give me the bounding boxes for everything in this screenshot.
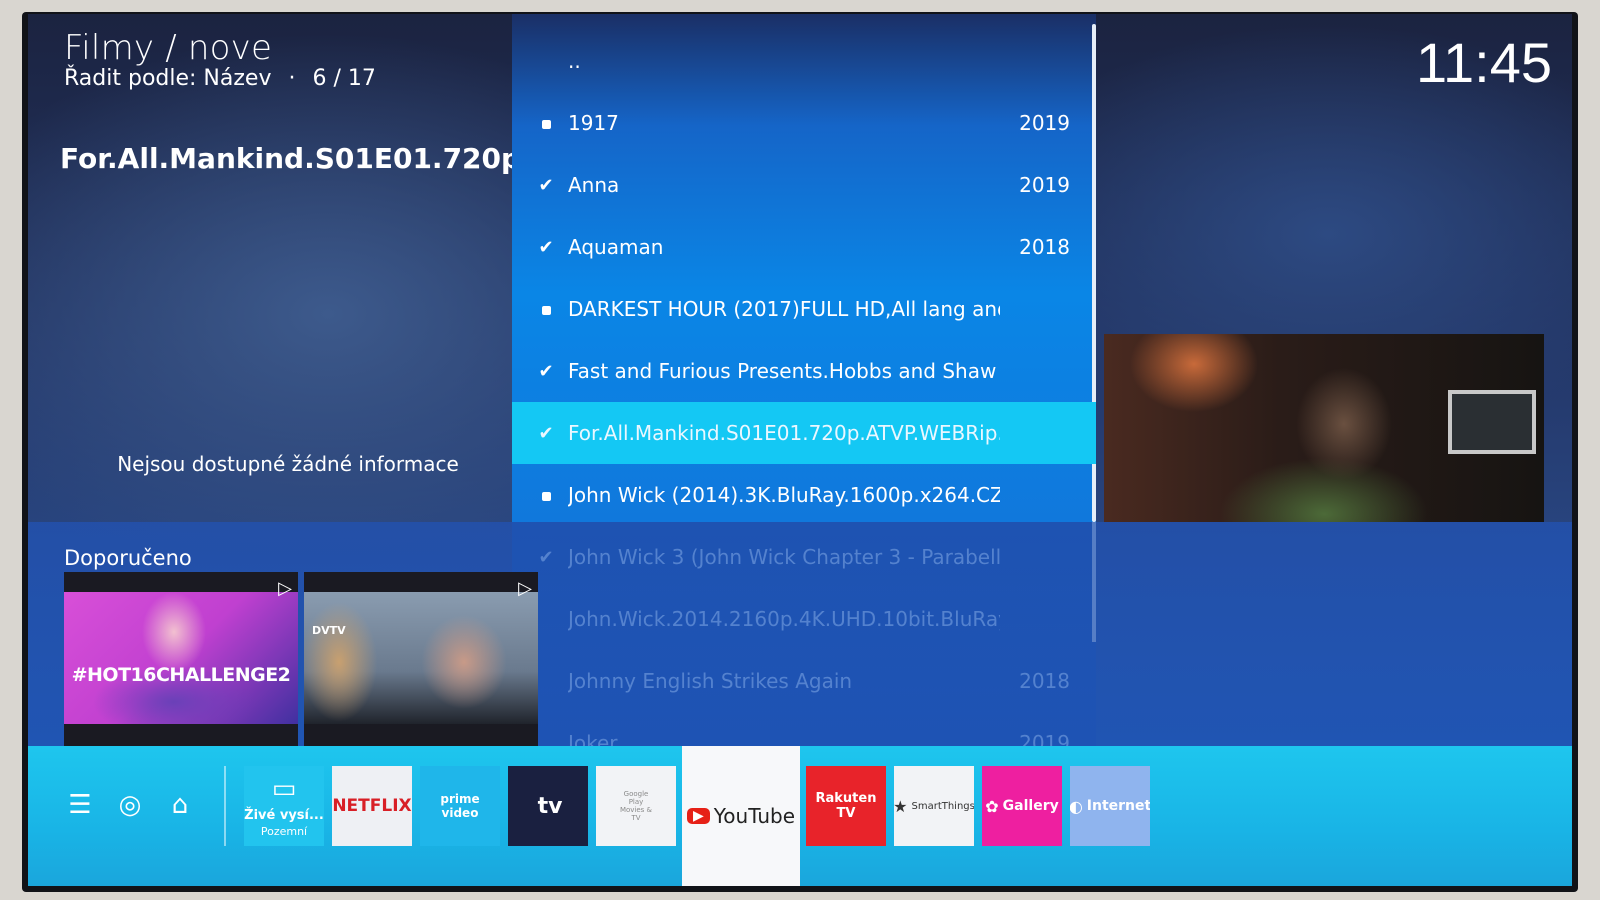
page-title: Filmy / nove: [64, 28, 273, 68]
list-item[interactable]: ✔ Fast and Furious Presents.Hobbs and Sha…: [512, 340, 1096, 402]
square-icon: [541, 119, 551, 129]
app-icon: ▶: [686, 808, 710, 824]
list-item-name: Johnny English Strikes Again: [568, 669, 853, 693]
no-info-message: Nejsou dostupné žádné informace: [117, 452, 459, 476]
recommended-label: Doporučeno: [64, 546, 192, 570]
unwatched-square-icon: [524, 299, 568, 320]
dock-divider: [224, 766, 226, 846]
app-tile-rakuten-tv[interactable]: Rakuten TV: [806, 766, 886, 846]
video-thumbnail: DVTV: [304, 592, 538, 724]
sort-info: Řadit podle: Název · 6 / 17: [64, 66, 376, 91]
app-tile-iv-vys[interactable]: ▭ Živé vysí... Pozemní: [244, 766, 324, 846]
app-label: YouTube: [713, 804, 796, 828]
watched-check-icon: ✔: [538, 546, 554, 568]
app-tile-internet[interactable]: ◐ Internet: [1070, 766, 1150, 846]
list-item[interactable]: 1917 2019: [512, 92, 1096, 154]
thumbnail-caption: #HOT16CHALLENGE2: [71, 664, 291, 686]
preview-thumbnail: [1104, 334, 1544, 522]
list-item[interactable]: ✔ Aquaman 2018: [512, 216, 1096, 278]
home-icon[interactable]: ⌂: [162, 790, 198, 820]
app-tile-gallery[interactable]: ✿ Gallery: [982, 766, 1062, 846]
channel-logo: DVTV: [312, 624, 346, 637]
list-item[interactable]: ✔ Anna 2019: [512, 154, 1096, 216]
app-tile-tv[interactable]: tv: [508, 766, 588, 846]
list-item-year: 2018: [1019, 669, 1070, 693]
app-icon: ★: [894, 796, 908, 816]
list-item[interactable]: DARKEST HOUR (2017)FULL HD,All lang and …: [512, 278, 1096, 340]
list-item[interactable]: ✔ John Wick 3 (John Wick Chapter 3 - Para…: [512, 526, 1096, 588]
list-item[interactable]: John Wick (2014).3K.BluRay.1600p.x264.CZ…: [512, 464, 1096, 526]
recommended-tile[interactable]: DVTV ▷: [304, 572, 538, 746]
app-icon: ◐: [1070, 796, 1083, 816]
app-label: SmartThings: [911, 800, 974, 812]
ambient-icon[interactable]: ◎: [112, 790, 148, 820]
app-icon: ✿: [985, 796, 999, 816]
picture-frame: [1448, 390, 1536, 454]
list-item-focused[interactable]: ✔ For.All.Mankind.S01E01.720p.ATVP.WEBRip…: [512, 402, 1096, 464]
play-icon[interactable]: ▷: [278, 578, 292, 599]
app-label: Živé vysí...: [244, 808, 324, 823]
list-item-name: Aquaman: [568, 235, 664, 259]
list-item-name: Fast and Furious Presents.Hobbs and Shaw…: [568, 359, 1000, 383]
list-item-year: 2018: [1019, 235, 1070, 259]
app-tile-prime-video[interactable]: prime video: [420, 766, 500, 846]
watched-check-icon: ✔: [538, 236, 554, 258]
watched-check-icon: ✔: [538, 422, 554, 444]
app-label: prime video: [440, 792, 480, 820]
app-tile-netflix[interactable]: NETFLIX: [332, 766, 412, 846]
app-label: tv: [537, 793, 563, 819]
watched-check-icon: ✔: [538, 174, 554, 196]
app-icon: ▭: [271, 774, 297, 804]
recommended-tile[interactable]: #HOT16CHALLENGE2 ▷: [64, 572, 298, 746]
sort-label[interactable]: Řadit podle: Název: [64, 66, 271, 91]
list-item-name: John Wick 3 (John Wick Chapter 3 - Parab…: [568, 545, 1000, 569]
unwatched-square-icon: [524, 485, 568, 506]
list-item[interactable]: Johnny English Strikes Again 2018: [512, 650, 1096, 712]
menu-icon[interactable]: ☰: [62, 790, 98, 820]
watched-check-icon: ✔: [538, 360, 554, 382]
tv-screen: Filmy / nove Řadit podle: Název · 6 / 17…: [28, 14, 1572, 886]
app-label: Internet: [1086, 798, 1150, 814]
list-item-name: John Wick (2014).3K.BluRay.1600p.x264.CZ…: [568, 483, 1000, 507]
list-item-name: Anna: [568, 173, 620, 197]
play-icon[interactable]: ▷: [518, 578, 532, 599]
separator: ·: [288, 66, 296, 91]
list-item-name: ..: [568, 49, 581, 73]
video-thumbnail: #HOT16CHALLENGE2: [64, 592, 298, 724]
app-label: Google Play Movies & TV: [619, 790, 653, 822]
app-label: Rakuten TV: [815, 791, 877, 821]
clock: 11:45: [1416, 31, 1552, 94]
unwatched-square-icon: [524, 113, 568, 134]
selected-item-title: For.All.Mankind.S01E01.720p.A: [60, 142, 530, 175]
app-label: NETFLIX: [332, 796, 412, 816]
app-sublabel: Pozemní: [260, 825, 308, 838]
list-item-name: 1917: [568, 111, 619, 135]
app-tile-google-play-movies-tv[interactable]: Google Play Movies & TV: [596, 766, 676, 846]
list-item-year: 2019: [1019, 111, 1070, 135]
app-tile-smartthings[interactable]: ★ SmartThings: [894, 766, 974, 846]
app-label: Gallery: [1002, 798, 1059, 814]
list-item-year: 2019: [1019, 173, 1070, 197]
list-item-name: For.All.Mankind.S01E01.720p.ATVP.WEBRip.…: [568, 421, 1000, 445]
square-icon: [541, 305, 551, 315]
square-icon: [541, 491, 551, 501]
app-tile-youtube[interactable]: ▶ YouTube: [682, 746, 800, 886]
list-item-name: DARKEST HOUR (2017)FULL HD,All lang and …: [568, 297, 1000, 321]
list-item-name: John.Wick.2014.2160p.4K.UHD.10bit.BluRay…: [568, 607, 1000, 631]
list-item[interactable]: John.Wick.2014.2160p.4K.UHD.10bit.BluRay…: [512, 588, 1096, 650]
list-item-parent[interactable]: ..: [512, 30, 1096, 92]
item-position: 6 / 17: [312, 66, 376, 91]
